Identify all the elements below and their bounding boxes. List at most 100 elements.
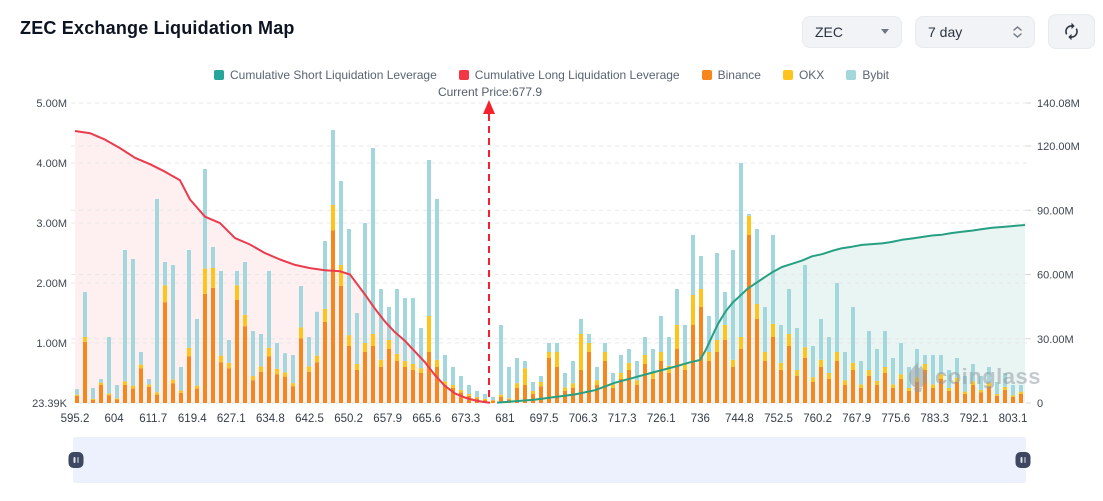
- bar-segment-okx[interactable]: [987, 382, 991, 387]
- bar-segment-okx[interactable]: [595, 380, 599, 385]
- bar-segment-okx[interactable]: [643, 355, 647, 364]
- bar-segment-okx[interactable]: [491, 400, 495, 401]
- bar-segment-bybit[interactable]: [979, 376, 983, 390]
- bar-segment-bybit[interactable]: [131, 259, 135, 386]
- bar-segment-bybit[interactable]: [771, 235, 775, 324]
- bar-segment-binance[interactable]: [395, 361, 399, 403]
- bar-segment-bybit[interactable]: [619, 355, 623, 373]
- bar-segment-okx[interactable]: [411, 364, 415, 370]
- bar-segment-binance[interactable]: [859, 388, 863, 403]
- bar-segment-okx[interactable]: [899, 374, 903, 379]
- bar-segment-bybit[interactable]: [875, 349, 879, 381]
- bar-segment-bybit[interactable]: [515, 358, 519, 384]
- bar-segment-bybit[interactable]: [699, 256, 703, 289]
- bar-segment-binance[interactable]: [187, 356, 191, 403]
- bar-segment-okx[interactable]: [171, 379, 175, 384]
- bar-segment-bybit[interactable]: [163, 262, 167, 286]
- bar-segment-okx[interactable]: [283, 372, 287, 377]
- bar-segment-okx[interactable]: [1011, 395, 1015, 397]
- bar-segment-bybit[interactable]: [395, 289, 399, 354]
- bar-segment-okx[interactable]: [235, 285, 239, 300]
- bar-segment-okx[interactable]: [843, 380, 847, 385]
- bar-segment-okx[interactable]: [139, 364, 143, 369]
- bar-segment-bybit[interactable]: [435, 199, 439, 360]
- bar-segment-bybit[interactable]: [995, 382, 999, 394]
- bar-segment-binance[interactable]: [779, 370, 783, 403]
- bar-segment-okx[interactable]: [147, 384, 151, 387]
- bar-segment-bybit[interactable]: [507, 367, 511, 399]
- bar-segment-bybit[interactable]: [307, 337, 311, 367]
- bar-segment-binance[interactable]: [931, 388, 935, 403]
- bar-segment-binance[interactable]: [235, 299, 239, 403]
- bar-segment-bybit[interactable]: [803, 265, 807, 348]
- bar-segment-okx[interactable]: [795, 370, 799, 376]
- bar-segment-binance[interactable]: [691, 325, 695, 403]
- bar-segment-binance[interactable]: [1003, 389, 1007, 403]
- bar-segment-bybit[interactable]: [339, 181, 343, 265]
- bar-segment-binance[interactable]: [219, 362, 223, 403]
- bar-segment-okx[interactable]: [323, 308, 327, 322]
- bar-segment-binance[interactable]: [99, 385, 103, 403]
- bar-segment-binance[interactable]: [907, 391, 911, 403]
- bar-segment-okx[interactable]: [939, 374, 943, 379]
- bar-segment-okx[interactable]: [291, 383, 295, 387]
- bar-segment-okx[interactable]: [123, 381, 127, 385]
- bar-segment-bybit[interactable]: [155, 199, 159, 393]
- bar-segment-binance[interactable]: [75, 395, 79, 403]
- bar-segment-bybit[interactable]: [667, 337, 671, 366]
- bar-segment-bybit[interactable]: [75, 389, 79, 395]
- bar-segment-bybit[interactable]: [571, 361, 575, 384]
- bar-segment-bybit[interactable]: [147, 379, 151, 385]
- bar-segment-bybit[interactable]: [363, 223, 367, 343]
- bar-segment-okx[interactable]: [995, 394, 999, 396]
- bar-segment-okx[interactable]: [99, 382, 103, 385]
- bar-segment-binance[interactable]: [843, 385, 847, 403]
- bar-segment-bybit[interactable]: [643, 337, 647, 355]
- bar-segment-okx[interactable]: [107, 393, 111, 396]
- bar-segment-okx[interactable]: [315, 355, 319, 363]
- bar-segment-bybit[interactable]: [259, 334, 263, 367]
- bar-segment-okx[interactable]: [875, 380, 879, 385]
- range-slider-left-handle[interactable]: [68, 452, 84, 468]
- bar-segment-okx[interactable]: [659, 352, 663, 361]
- bar-segment-okx[interactable]: [603, 352, 607, 361]
- bar-segment-bybit[interactable]: [787, 289, 791, 334]
- bar-segment-bybit[interactable]: [931, 355, 935, 385]
- bar-segment-binance[interactable]: [867, 376, 871, 403]
- bar-segment-binance[interactable]: [387, 349, 391, 403]
- bar-segment-bybit[interactable]: [403, 298, 407, 361]
- bar-segment-okx[interactable]: [435, 359, 439, 367]
- bar-segment-okx[interactable]: [979, 389, 983, 393]
- bar-segment-bybit[interactable]: [243, 262, 247, 315]
- bar-segment-okx[interactable]: [523, 368, 527, 385]
- bar-segment-binance[interactable]: [307, 371, 311, 403]
- bar-segment-binance[interactable]: [835, 361, 839, 403]
- bar-segment-bybit[interactable]: [595, 367, 599, 381]
- bar-segment-okx[interactable]: [635, 380, 639, 385]
- bar-segment-bybit[interactable]: [123, 250, 127, 382]
- bar-segment-bybit[interactable]: [115, 385, 119, 399]
- bar-segment-bybit[interactable]: [691, 235, 695, 295]
- bar-segment-bybit[interactable]: [891, 358, 895, 385]
- bar-segment-okx[interactable]: [675, 325, 679, 349]
- bar-segment-okx[interactable]: [419, 368, 423, 373]
- bar-segment-bybit[interactable]: [971, 364, 975, 382]
- bar-segment-bybit[interactable]: [627, 349, 631, 363]
- bar-segment-okx[interactable]: [1019, 391, 1023, 394]
- bar-segment-binance[interactable]: [363, 352, 367, 403]
- range-slider-track[interactable]: [68, 437, 1031, 483]
- bar-segment-bybit[interactable]: [491, 397, 495, 400]
- bar-segment-binance[interactable]: [643, 364, 647, 403]
- bar-segment-bybit[interactable]: [203, 169, 207, 269]
- bar-segment-binance[interactable]: [667, 373, 671, 403]
- bar-segment-okx[interactable]: [619, 373, 623, 379]
- bar-segment-okx[interactable]: [451, 385, 455, 388]
- bar-segment-binance[interactable]: [723, 340, 727, 403]
- bar-segment-okx[interactable]: [827, 373, 831, 379]
- bar-segment-okx[interactable]: [755, 304, 759, 319]
- bar-segment-binance[interactable]: [939, 379, 943, 403]
- bar-segment-binance[interactable]: [675, 349, 679, 403]
- bar-segment-binance[interactable]: [827, 379, 831, 403]
- bar-segment-okx[interactable]: [219, 355, 223, 363]
- bar-segment-bybit[interactable]: [1003, 373, 1007, 387]
